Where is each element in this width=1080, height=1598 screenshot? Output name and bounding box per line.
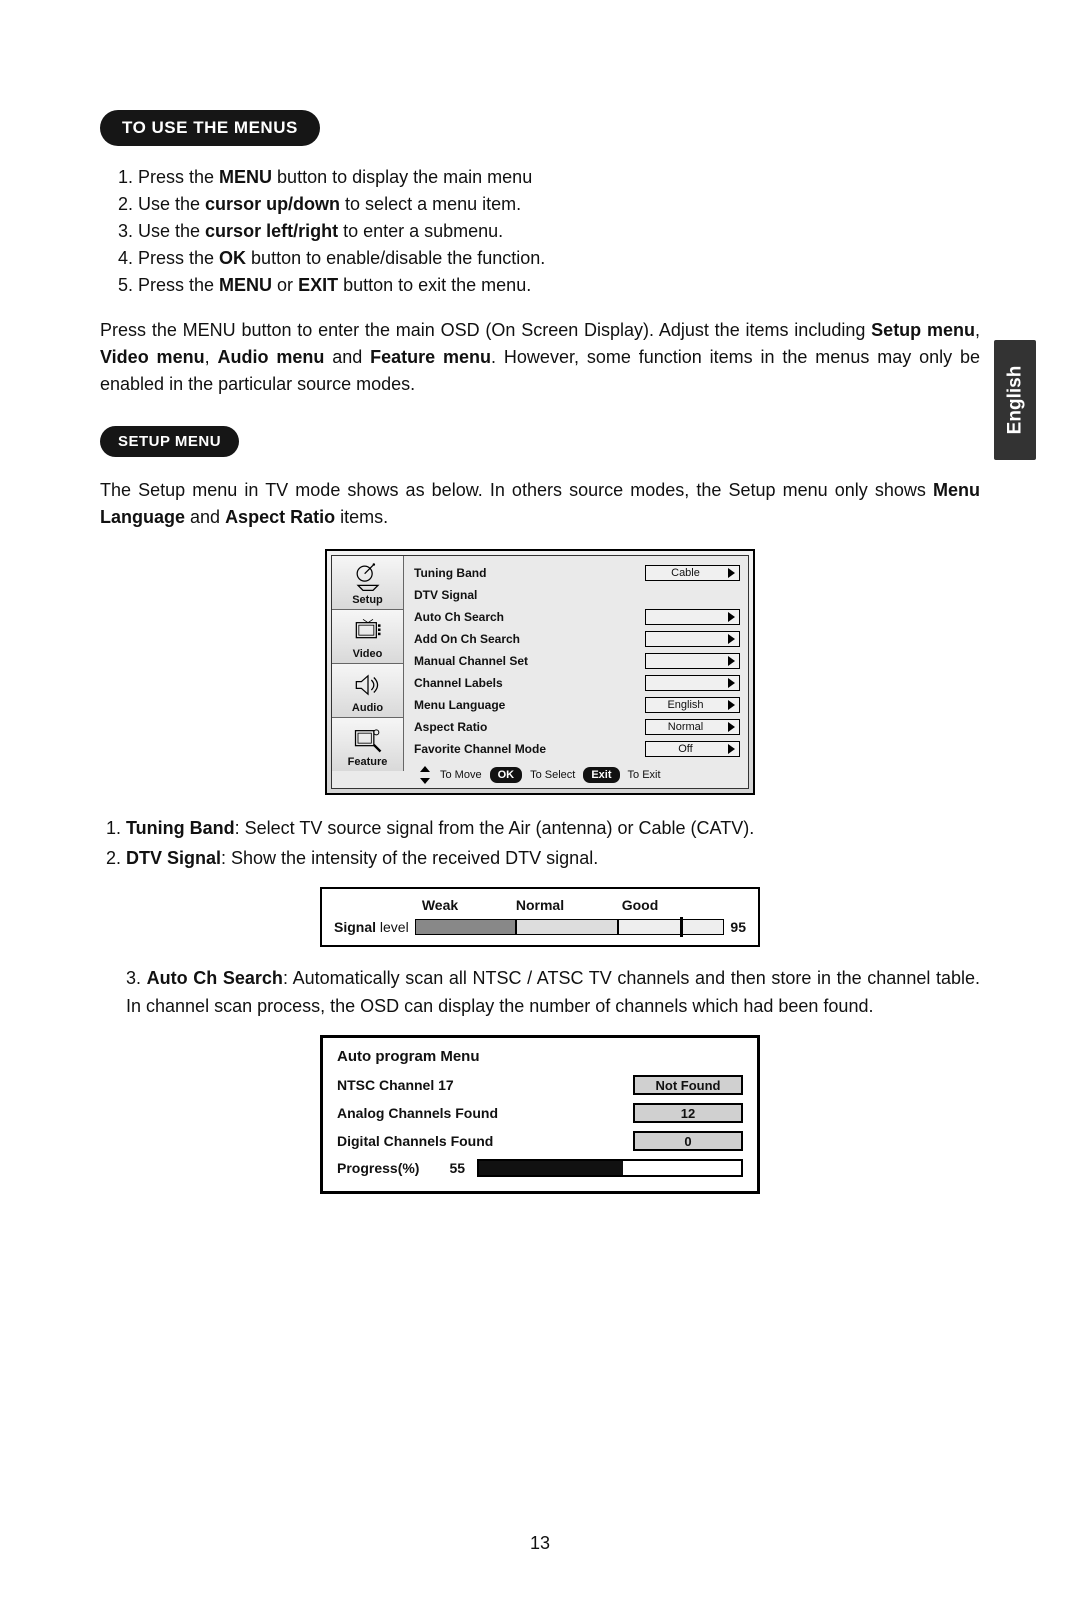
satellite-dish-icon xyxy=(334,562,401,592)
osd-action-row: To Move OK To Select Exit To Exit xyxy=(414,766,740,784)
instruction-item: Use the cursor left/right to enter a sub… xyxy=(138,218,980,245)
osd-setup-menu-figure: Setup Video Audio xyxy=(325,549,755,795)
arrows-updown-icon xyxy=(418,766,432,784)
auto-program-row-value: 12 xyxy=(633,1103,743,1123)
triangle-right-icon xyxy=(728,656,735,666)
osd-tab-column: Setup Video Audio xyxy=(332,556,404,788)
progress-label: Progress(%) xyxy=(337,1160,419,1176)
exit-button-icon: Exit xyxy=(583,767,619,783)
osd-row-value: Cable xyxy=(645,565,740,581)
manual-page: English TO USE THE MENUS Press the MENU … xyxy=(0,0,1080,1598)
signal-marker xyxy=(680,917,683,937)
osd-row-value: English xyxy=(645,697,740,713)
description-item: DTV Signal: Show the intensity of the re… xyxy=(126,845,980,873)
osd-tab-audio: Audio xyxy=(332,664,404,718)
osd-action-toexit: To Exit xyxy=(628,769,661,781)
osd-menu-row: Auto Ch Search xyxy=(414,606,740,628)
signal-level-label: Signal level xyxy=(334,919,409,935)
osd-row-label: Aspect Ratio xyxy=(414,720,487,734)
osd-menu-row: Aspect Ratio Normal xyxy=(414,716,740,738)
osd-menu-row: DTV Signal xyxy=(414,584,740,606)
menu-description-list: Tuning Band: Select TV source signal fro… xyxy=(126,815,980,873)
speaker-icon xyxy=(334,670,401,700)
osd-action-move: To Move xyxy=(440,769,482,781)
dtv-signal-figure: Weak Normal Good Signal level 95 xyxy=(320,887,760,947)
signal-value: 95 xyxy=(730,919,746,935)
osd-tab-feature: Feature xyxy=(332,718,404,771)
triangle-right-icon xyxy=(728,634,735,644)
instruction-item: Press the MENU button to display the mai… xyxy=(138,164,980,191)
osd-menu-row: Menu Language English xyxy=(414,694,740,716)
signal-level-bar xyxy=(415,919,725,935)
section-heading-setup-menu: SETUP MENU xyxy=(100,426,239,457)
osd-menu-row: Manual Channel Set xyxy=(414,650,740,672)
auto-program-row-value: 0 xyxy=(633,1131,743,1151)
triangle-right-icon xyxy=(728,678,735,688)
instruction-item: Use the cursor up/down to select a menu … xyxy=(138,191,980,218)
osd-row-value xyxy=(645,609,740,625)
page-number: 13 xyxy=(0,1533,1080,1554)
osd-body: Tuning Band Cable DTV Signal Auto Ch Search… xyxy=(404,556,748,788)
triangle-right-icon xyxy=(728,612,735,622)
description-item-3: 3. Auto Ch Search: Automatically scan al… xyxy=(126,965,980,1021)
osd-menu-row: Tuning Band Cable xyxy=(414,562,740,584)
osd-row-label: Favorite Channel Mode xyxy=(414,742,546,756)
auto-program-title: Auto program Menu xyxy=(337,1048,743,1065)
auto-program-row: Analog Channels Found12 xyxy=(337,1103,743,1123)
auto-program-row-label: Analog Channels Found xyxy=(337,1105,633,1121)
osd-row-value: Normal xyxy=(645,719,740,735)
instruction-item: Press the MENU or EXIT button to exit th… xyxy=(138,272,980,299)
osd-menu-row: Favorite Channel Mode Off xyxy=(414,738,740,760)
auto-program-row: Digital Channels Found0 xyxy=(337,1131,743,1151)
signal-head-normal: Normal xyxy=(510,897,570,913)
osd-row-value: Off xyxy=(645,741,740,757)
section-heading-to-use-menus: TO USE THE MENUS xyxy=(100,110,320,146)
signal-head-weak: Weak xyxy=(410,897,470,913)
language-tab: English xyxy=(994,340,1036,460)
osd-menu-row: Channel Labels xyxy=(414,672,740,694)
triangle-right-icon xyxy=(728,722,735,732)
signal-head-good: Good xyxy=(610,897,670,913)
osd-row-value xyxy=(645,631,740,647)
triangle-right-icon xyxy=(728,568,735,578)
progress-value: 55 xyxy=(449,1160,465,1176)
osd-row-label: Menu Language xyxy=(414,698,505,712)
osd-row-value xyxy=(645,653,740,669)
auto-program-row-label: Digital Channels Found xyxy=(337,1133,633,1149)
triangle-right-icon xyxy=(728,744,735,754)
language-tab-text: English xyxy=(1004,366,1026,435)
progress-bar xyxy=(477,1159,743,1177)
osd-row-label: Tuning Band xyxy=(414,566,486,580)
setup-paragraph: The Setup menu in TV mode shows as below… xyxy=(100,477,980,531)
osd-action-select: To Select xyxy=(530,769,575,781)
auto-program-row: NTSC Channel 17Not Found xyxy=(337,1075,743,1095)
monitor-icon xyxy=(334,616,401,646)
instruction-list: Press the MENU button to display the mai… xyxy=(138,164,980,299)
intro-paragraph: Press the MENU button to enter the main … xyxy=(100,317,980,398)
osd-row-label: Manual Channel Set xyxy=(414,654,528,668)
osd-row-label: Channel Labels xyxy=(414,676,503,690)
auto-program-row-value: Not Found xyxy=(633,1075,743,1095)
osd-row-label: Auto Ch Search xyxy=(414,610,504,624)
triangle-right-icon xyxy=(728,700,735,710)
osd-menu-row: Add On Ch Search xyxy=(414,628,740,650)
auto-program-menu-figure: Auto program Menu NTSC Channel 17Not Fou… xyxy=(320,1035,760,1194)
instruction-item: Press the OK button to enable/disable th… xyxy=(138,245,980,272)
osd-row-label: Add On Ch Search xyxy=(414,632,520,646)
description-item: Tuning Band: Select TV source signal fro… xyxy=(126,815,980,843)
auto-program-row-label: NTSC Channel 17 xyxy=(337,1077,633,1093)
osd-tab-setup: Setup xyxy=(332,556,404,610)
osd-row-label: DTV Signal xyxy=(414,588,477,602)
osd-row-value xyxy=(645,675,740,691)
tv-tools-icon xyxy=(334,724,401,754)
osd-tab-video: Video xyxy=(332,610,404,664)
ok-button-icon: OK xyxy=(490,767,523,783)
